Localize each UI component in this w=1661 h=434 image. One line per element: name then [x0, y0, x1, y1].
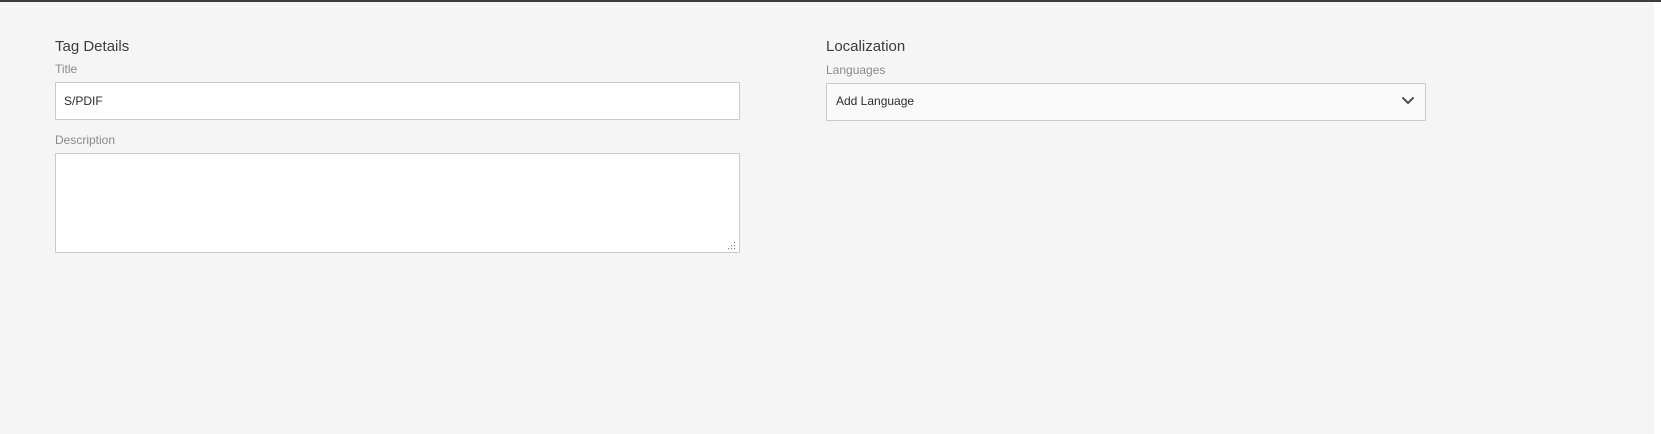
description-textarea[interactable]: [55, 153, 740, 253]
resize-grip-icon[interactable]: [728, 242, 736, 250]
add-language-select-value: Add Language: [836, 94, 915, 108]
tag-properties-page: Tag Details Title Description Localizati…: [0, 0, 1661, 434]
description-label: Description: [55, 133, 116, 147]
top-border: [0, 0, 1661, 2]
languages-label: Languages: [826, 63, 886, 77]
chevron-down-icon: [1402, 97, 1414, 104]
localization-heading: Localization: [826, 38, 906, 55]
tag-details-heading: Tag Details: [55, 38, 130, 55]
right-edge-strip: [1654, 2, 1661, 434]
title-input[interactable]: [55, 82, 740, 120]
title-label: Title: [55, 62, 78, 76]
add-language-select[interactable]: Add Language: [826, 83, 1426, 121]
